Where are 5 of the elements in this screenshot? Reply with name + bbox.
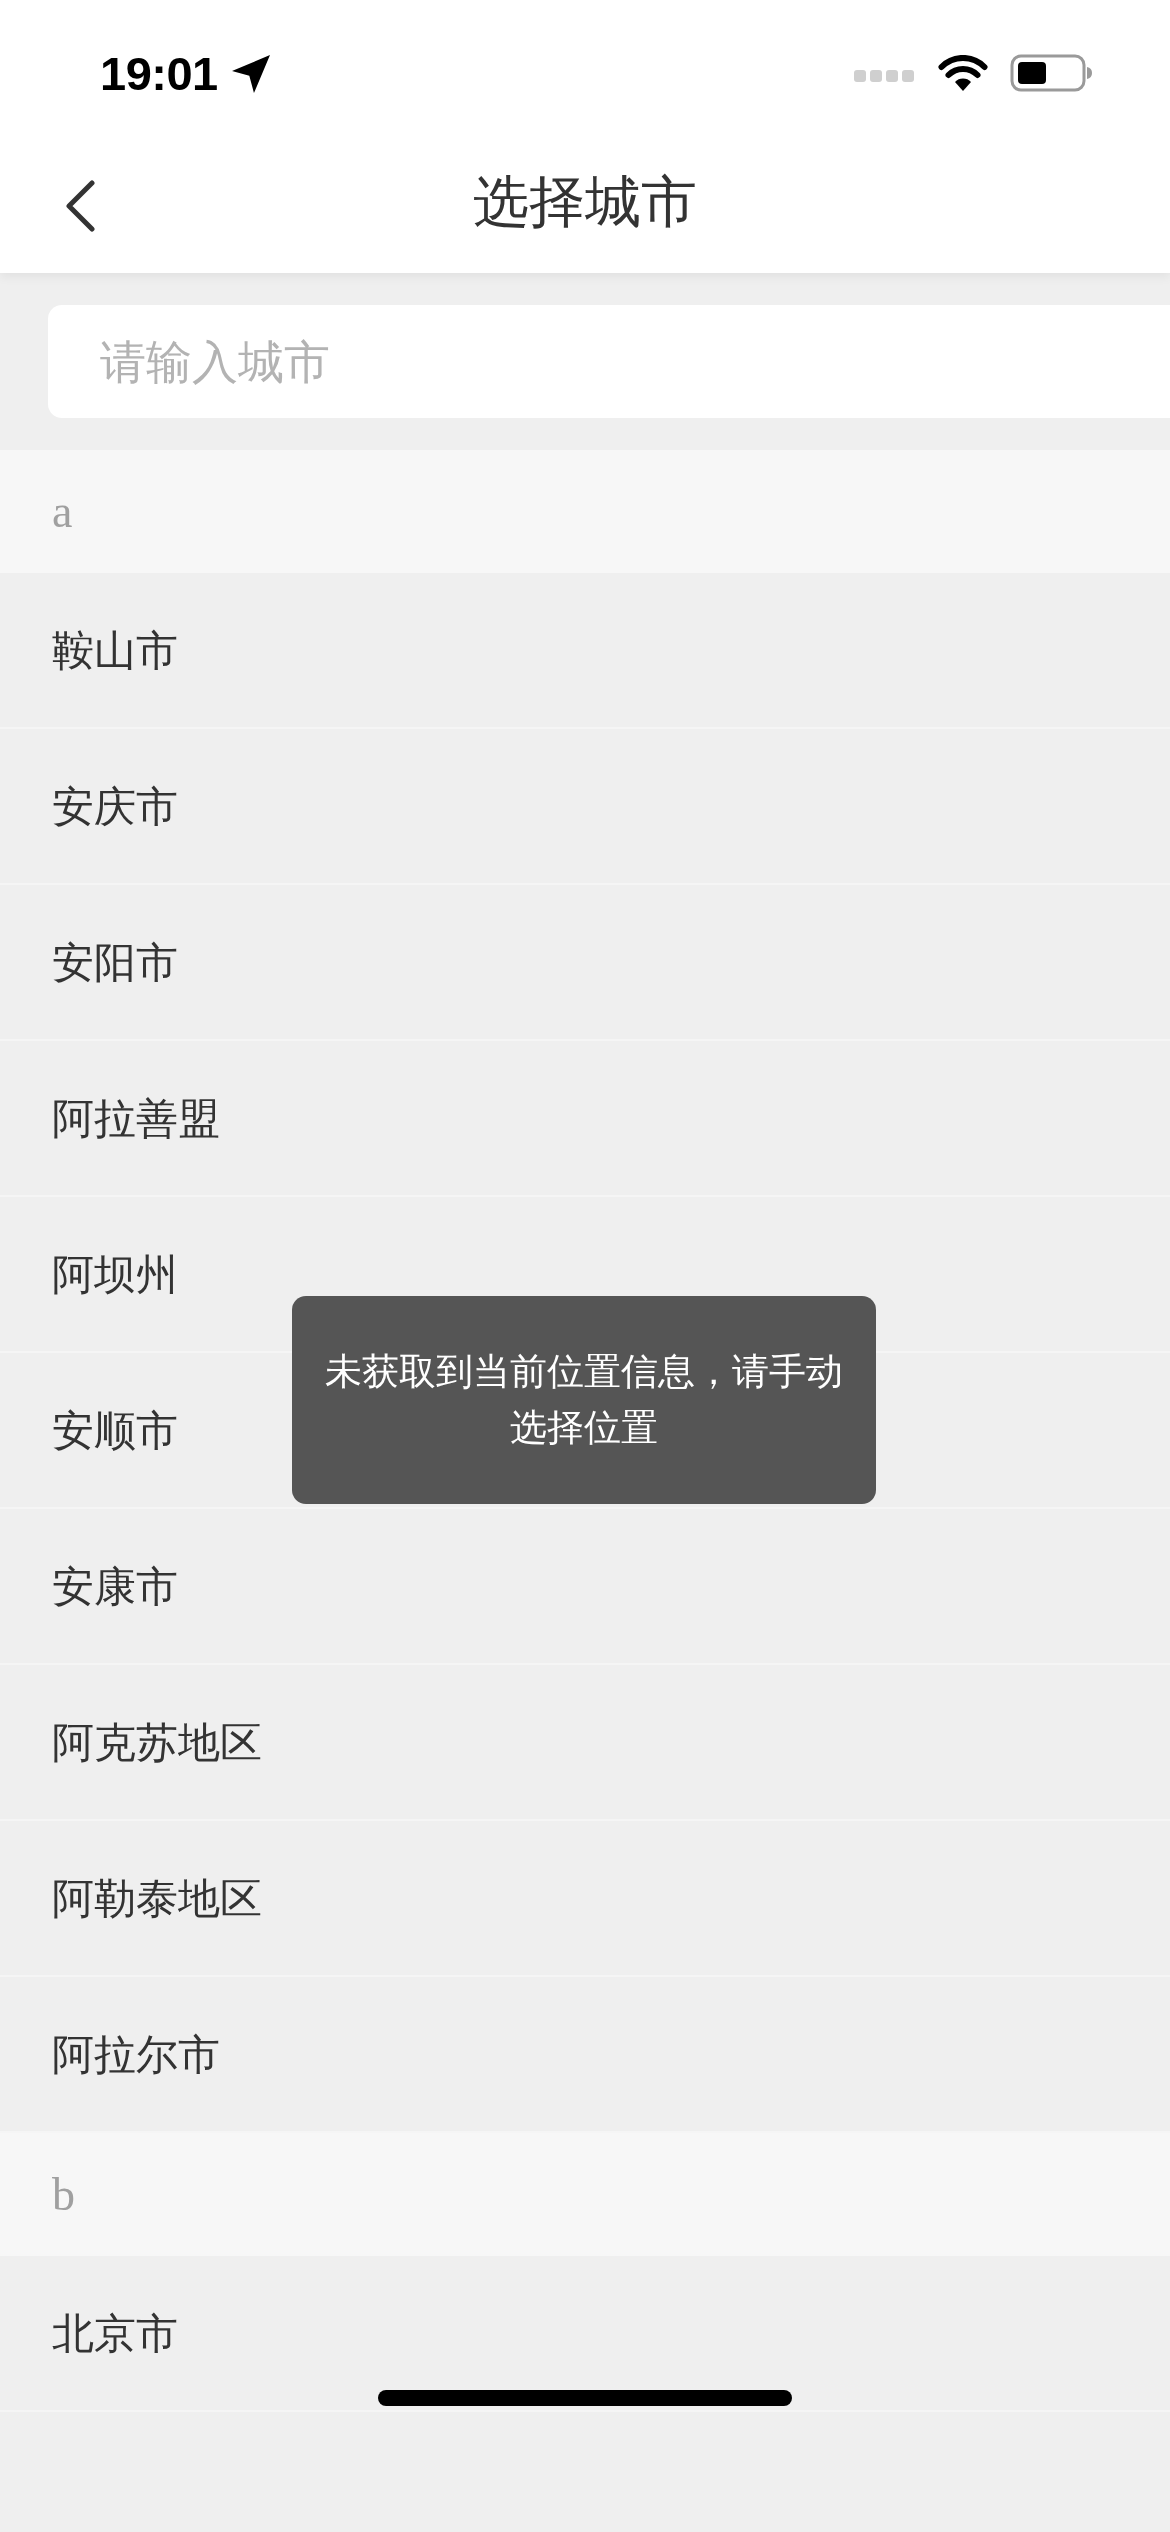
page-title: 选择城市 — [473, 167, 697, 236]
status-time: 19:01 — [100, 46, 218, 102]
location-toast: 未获取到当前位置信息，请手动选择位置 — [292, 1296, 876, 1504]
section-letter-header: b — [0, 2133, 1170, 2256]
section-letter-header: a — [0, 450, 1170, 573]
